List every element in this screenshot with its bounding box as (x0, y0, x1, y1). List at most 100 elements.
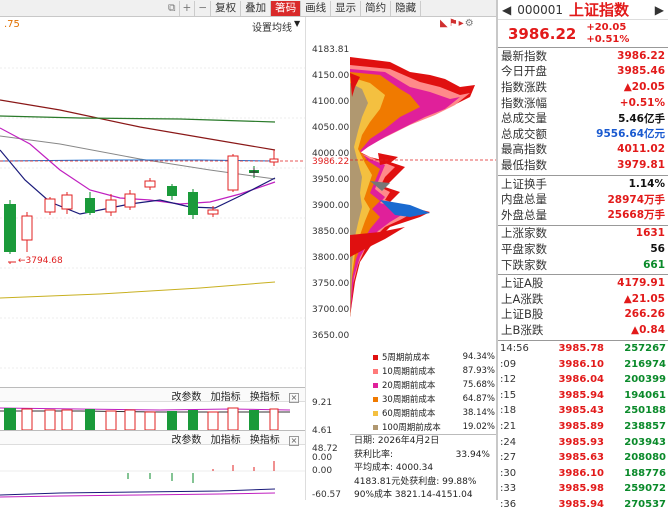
last-price: 3986.22 (508, 24, 577, 43)
legend-swatch (373, 410, 378, 416)
plus-icon[interactable]: + (180, 0, 196, 16)
tick-price: 3985.98 (558, 483, 604, 495)
axis-tick: 4183.81 (312, 45, 350, 55)
chip-mode-icon[interactable]: ◣ (440, 18, 449, 29)
toolbar-diejia[interactable]: 叠加 (241, 0, 272, 16)
stat-row: 总成交量 5.46亿手 (498, 110, 668, 126)
stat-label: 上B涨跌 (501, 322, 544, 337)
stat-value: 4179.91 (617, 277, 665, 290)
flag-icon[interactable]: ⚑ (449, 18, 459, 29)
stat-value: 3979.81 (617, 158, 665, 171)
stat-label: 下跌家数 (501, 257, 547, 272)
tick-time: :21 (500, 420, 517, 432)
axis-tick: 3800.00 (312, 253, 350, 263)
stat-value: ▲20.05 (623, 80, 665, 93)
tick-price: 3985.63 (558, 452, 604, 464)
stat-value: 1.14% (628, 177, 665, 190)
stock-name: 上证指数 (569, 1, 630, 19)
axis-tick: 3750.00 (312, 279, 350, 289)
toolbar-chouma[interactable]: 箸码 (271, 0, 302, 16)
tick-time: :30 (500, 467, 517, 479)
tick-price: 3985.94 (558, 498, 604, 510)
tick-time: :15 (500, 389, 517, 401)
stat-row: 上证A股 4179.91 (498, 275, 668, 291)
axis-tick: 3900.00 (312, 201, 350, 211)
chip-date: 日期: 2026年4月2日 (354, 436, 440, 446)
tick-volume: 208080 (624, 452, 666, 464)
quote-panel: ◀ 000001 上证指数 ▶ 3986.22 +20.05 +0.51% 最新… (498, 0, 668, 510)
chip-cost-range: 90%成本 3821.14-4151.04 (354, 490, 473, 500)
legend-item: 60周期前成本 38.14% (373, 406, 495, 420)
stat-label: 今日开盘 (501, 64, 547, 79)
tick-row: :15 3985.94 194061 (498, 387, 668, 403)
legend-swatch (373, 368, 378, 374)
ind-tick: 48.72 (312, 444, 338, 454)
stat-value: 28974万手 (607, 193, 665, 206)
price-axis: 4183.81 4150.00 4100.00 4050.00 4000.00 … (305, 17, 350, 500)
tick-row: :24 3985.93 203943 (498, 434, 668, 450)
tick-volume: 270537 (624, 498, 666, 510)
stat-label: 指数涨跌 (501, 79, 547, 94)
stat-row: 下跌家数 661 (498, 257, 668, 273)
minus-icon[interactable]: − (195, 0, 212, 16)
stat-row: 外盘总量 25668万手 (498, 207, 668, 223)
stats-block-2: 上证换手 1.14% 内盘总量 28974万手 外盘总量 25668万手 (498, 174, 668, 223)
tick-row: :09 3986.10 216974 (498, 356, 668, 372)
axis-tick: 3650.00 (312, 331, 350, 341)
tick-volume: 216974 (624, 358, 666, 370)
toolbar-yincang[interactable]: 隐藏 (391, 0, 422, 16)
profit-label: 获利比率: (354, 449, 394, 460)
stat-label: 总成交额 (501, 126, 547, 141)
tick-list[interactable]: 14:56 3985.78 257267:09 3986.10 216974:12 398… (498, 339, 668, 512)
tick-time: :12 (500, 374, 517, 386)
legend-label: 30周期前成本 (382, 395, 436, 405)
low-value: 3794.68 (25, 256, 63, 266)
stat-value: 4011.02 (617, 143, 665, 156)
prev-arrow-icon[interactable]: ◀ (502, 3, 511, 17)
stat-row: 上证B股 266.26 (498, 307, 668, 323)
candlestick-chart[interactable] (0, 32, 305, 387)
legend-swatch (373, 396, 378, 402)
stat-value: 3986.22 (617, 49, 665, 62)
toolbar-jianyue[interactable]: 简约 (361, 0, 392, 16)
ma-value: .75 (4, 19, 20, 30)
stat-label: 总成交量 (501, 111, 547, 126)
change-value: +20.05 (586, 21, 627, 33)
macd-indicator-bar: 改参数 加指标 换指标 × (0, 430, 305, 446)
legend-swatch (373, 354, 378, 360)
legend-label: 10周期前成本 (382, 367, 436, 377)
gear-icon[interactable]: ⚙ (465, 18, 475, 29)
tick-volume: 203943 (624, 436, 666, 448)
tick-time: :27 (500, 452, 517, 464)
legend-label: 20周期前成本 (382, 381, 436, 391)
stats-block-4: 上证A股 4179.91 上A涨跌 ▲21.05 上证B股 266.26 上B涨跌 ▲0.84 (498, 274, 668, 337)
axis-tick: 3700.00 (312, 305, 350, 315)
stat-row: 上证换手 1.14% (498, 176, 668, 192)
stat-value: 266.26 (624, 308, 665, 321)
tick-time: :24 (500, 436, 517, 448)
chip-profit-row: 获利比率: 33.94% (354, 449, 496, 463)
stat-value: ▲21.05 (623, 292, 665, 305)
stats-block-1: 最新指数 3986.22 今日开盘 3985.46 指数涨跌 ▲20.05 指数涨幅 +0.5… (498, 48, 668, 173)
chip-info-panel: 日期: 2026年4月2日 获利比率: 33.94% 平均成本: 4000.34 … (350, 434, 496, 503)
stat-label: 最低指数 (501, 157, 547, 172)
tick-price: 3986.10 (558, 358, 604, 370)
chevron-down-icon[interactable]: ▼ (294, 19, 300, 28)
tick-time: :18 (500, 405, 517, 417)
tick-time: :36 (500, 498, 517, 510)
toolbar-huaxian[interactable]: 画线 (301, 0, 332, 16)
next-arrow-icon[interactable]: ▶ (655, 3, 664, 17)
layout-icon[interactable]: ⧉ (165, 0, 180, 16)
tick-price: 3986.10 (558, 467, 604, 479)
toolbar-xianshi[interactable]: 显示 (331, 0, 362, 16)
tick-volume: 200399 (624, 374, 666, 386)
stat-label: 上证换手 (501, 176, 547, 191)
stat-label: 上证A股 (501, 276, 544, 291)
tick-volume: 257267 (624, 342, 666, 354)
stat-label: 指数涨幅 (501, 95, 547, 110)
tick-row: :12 3986.04 200399 (498, 372, 668, 388)
toolbar-fuquan[interactable]: 复权 (211, 0, 242, 16)
stat-row: 最新指数 3986.22 (498, 48, 668, 64)
chip-toolbar-icons[interactable]: ◣⚑▸⚙ (440, 18, 475, 29)
stat-row: 最低指数 3979.81 (498, 157, 668, 173)
